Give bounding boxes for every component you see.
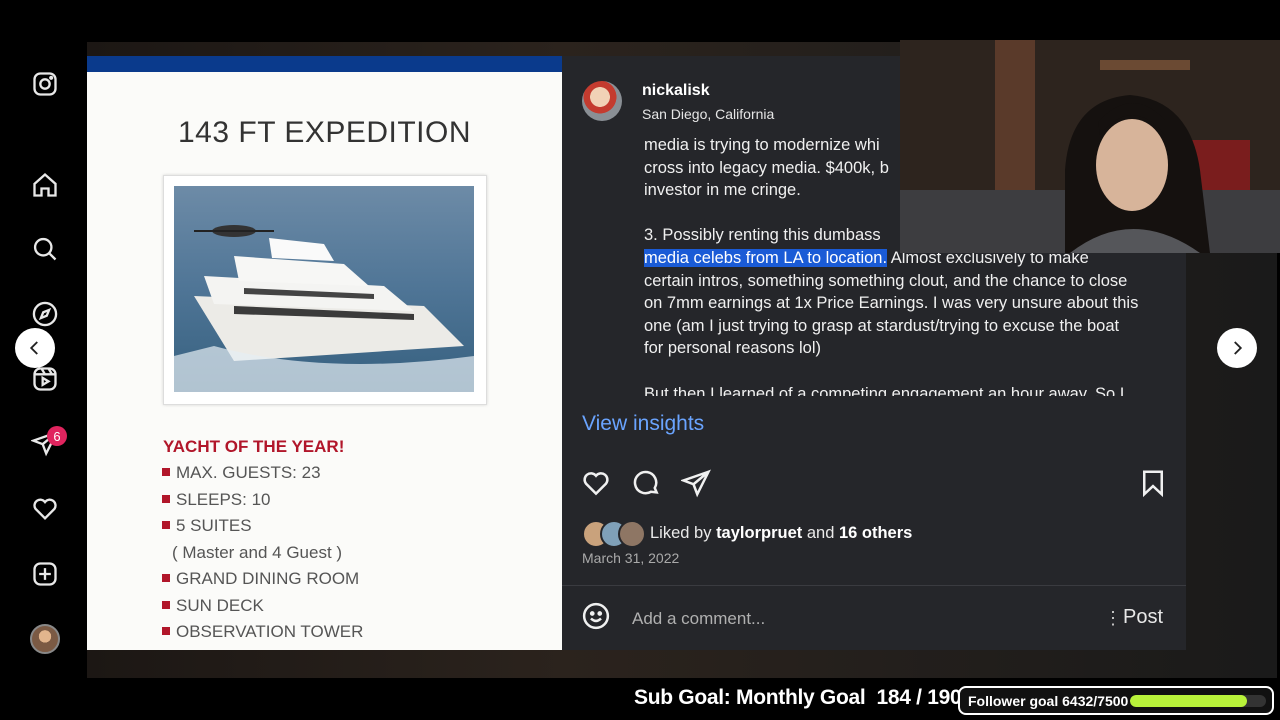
spec-item: SLEEPS: 10 <box>162 490 271 510</box>
bullet-icon <box>162 574 170 582</box>
selected-text: media celebs from LA to location. <box>644 248 888 267</box>
spec-item: ( Master and 4 Guest ) <box>172 543 343 562</box>
comment-icon[interactable] <box>631 468 663 500</box>
caption-line: for personal reasons lol) <box>644 339 822 358</box>
caption-line: on 7mm earnings at 1x Price Earnings. I … <box>644 294 1139 313</box>
bullet-icon <box>162 627 170 635</box>
instagram-icon[interactable] <box>29 68 61 100</box>
yacht-title: 143 FT EXPEDITION <box>177 116 472 149</box>
profile-avatar[interactable] <box>29 623 61 655</box>
yacht-heading: YACHT OF THE YEAR! <box>163 437 345 456</box>
sub-goal: Sub Goal: Monthly Goal 184 / 190 <box>634 686 962 709</box>
likes-count[interactable]: 16 others <box>839 524 912 542</box>
previous-post-button[interactable] <box>15 328 55 368</box>
post-date: March 31, 2022 <box>582 550 680 566</box>
liker-avatars[interactable] <box>582 520 648 548</box>
yacht-photo <box>174 186 474 392</box>
webcam-overlay <box>900 40 1280 253</box>
share-icon[interactable] <box>679 468 713 500</box>
yacht-illustration <box>174 225 474 392</box>
messages-badge: 6 <box>47 426 67 446</box>
post-location[interactable]: San Diego, California <box>642 106 774 122</box>
search-icon[interactable] <box>29 233 61 265</box>
spec-item: SUN DECK <box>162 596 264 616</box>
liked-by: Liked by taylorpruet and 16 others <box>650 524 913 542</box>
post-button[interactable]: Post <box>1123 606 1163 629</box>
like-icon[interactable] <box>581 468 613 500</box>
spec-item: 5 SUITES <box>162 516 252 536</box>
follower-progress-bar <box>1130 695 1266 707</box>
comment-input[interactable]: Add a comment... <box>632 609 765 629</box>
spec-item: MAX. GUESTS: 23 <box>162 463 321 483</box>
avatar <box>618 520 646 548</box>
bullet-icon <box>162 601 170 609</box>
webcam-feed <box>900 40 1280 253</box>
caption-line: But then I learned of a competing engage… <box>644 384 1125 396</box>
author-avatar[interactable] <box>582 81 622 121</box>
next-post-button[interactable] <box>1217 328 1257 368</box>
bullet-icon <box>162 521 170 529</box>
brochure-top-bar <box>87 56 562 72</box>
author-username[interactable]: nickalisk <box>642 82 710 100</box>
divider <box>562 585 1186 586</box>
caption-line: one (am I just trying to grasp at stardu… <box>644 316 1120 335</box>
view-insights-link[interactable]: View insights <box>582 412 704 436</box>
bullet-icon <box>162 495 170 503</box>
follower-goal: Follower goal 6432/7500 <box>958 686 1274 715</box>
notifications-icon[interactable] <box>29 493 61 525</box>
caption-line <box>644 360 1164 383</box>
chevron-right-icon <box>1234 341 1243 355</box>
more-options-icon[interactable]: ⋮ <box>1104 608 1122 629</box>
caption-line: certain intros, something something clou… <box>644 271 1128 290</box>
follower-goal-label: Follower goal 6432/7500 <box>968 693 1129 709</box>
bullet-icon <box>162 468 170 476</box>
save-icon[interactable] <box>1138 468 1170 500</box>
liker-username[interactable]: taylorpruet <box>716 524 802 542</box>
home-icon[interactable] <box>29 169 61 201</box>
chevron-left-icon <box>29 341 38 355</box>
spec-item: OBSERVATION TOWER <box>162 622 363 642</box>
follower-progress-fill <box>1130 695 1247 707</box>
create-icon[interactable] <box>29 558 61 590</box>
explore-icon[interactable] <box>29 298 61 330</box>
emoji-icon[interactable] <box>581 601 613 633</box>
spec-item: GRAND DINING ROOM <box>162 569 359 589</box>
